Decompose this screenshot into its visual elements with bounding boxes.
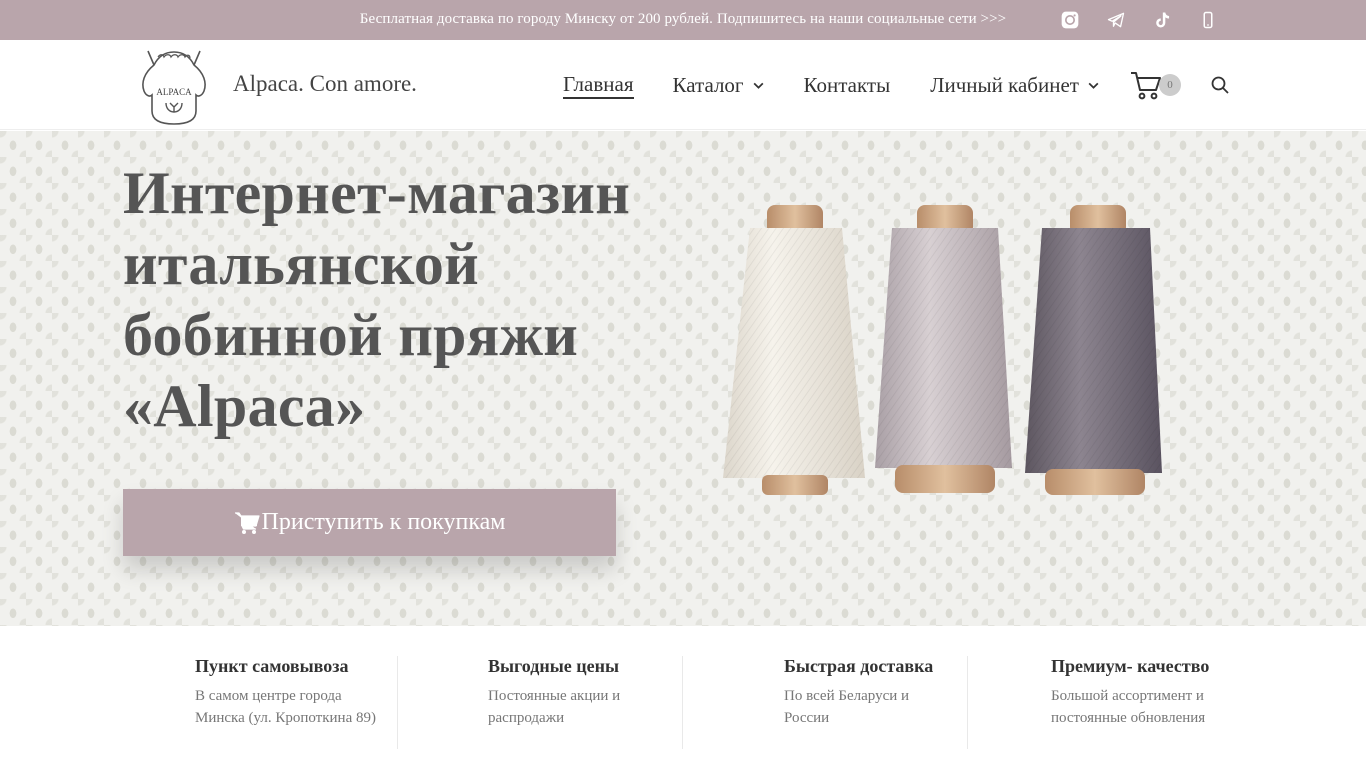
feature-text-line: Большой ассортимент и: [1051, 688, 1204, 704]
feature-title: Быстрая доставка: [784, 656, 934, 676]
nav-account-label: Личный кабинет: [930, 73, 1079, 97]
feature-quality: Премиум- качество Большой ассортимент и …: [1051, 656, 1209, 729]
chevron-down-icon: [1088, 82, 1099, 89]
feature-divider: [397, 656, 398, 749]
feature-text-line: России: [784, 710, 830, 726]
nav-contacts-label: Контакты: [803, 73, 891, 97]
feature-text-line: Минска (ул. Кропоткина 89): [195, 710, 376, 726]
yarn-spools-image: [723, 205, 1162, 495]
feature-text-line: постоянные обновления: [1051, 710, 1206, 726]
hero-title-line: «Alpaca»: [123, 373, 366, 439]
chevron-down-icon: [753, 82, 763, 89]
feature-text: Постоянные акции и распродажи: [488, 685, 620, 729]
cart-icon: [234, 511, 260, 534]
announcement-text-label: Бесплатная доставка по городу Минску от …: [359, 11, 1007, 27]
nav-home[interactable]: Главная: [563, 72, 634, 99]
feature-divider: [682, 656, 683, 749]
nav-catalog[interactable]: Каталог: [673, 72, 765, 99]
hero-title: Интернет-магазин итальянской бобинной пр…: [123, 158, 643, 442]
logo-text: ALPACA: [156, 87, 192, 97]
instagram-icon[interactable]: [1059, 9, 1081, 31]
hero-banner: Интернет-магазин итальянской бобинной пр…: [0, 131, 1366, 626]
social-links: [1059, 9, 1219, 31]
feature-text: По всей Беларуси и России: [784, 685, 933, 729]
hero-title-line: бобинной пряжи: [123, 302, 579, 368]
brand-name[interactable]: Alpaca. Con amore.: [233, 71, 417, 97]
main-nav: Главная Каталог Контакты Личный кабинет: [563, 72, 1100, 99]
features-section: Пункт самовывоза В самом центре города М…: [0, 626, 1366, 768]
feature-text: В самом центре города Минска (ул. Кропот…: [195, 685, 376, 729]
tiktok-icon[interactable]: [1151, 9, 1173, 31]
nav-catalog-label: Каталог: [672, 73, 744, 97]
hero-title-line: итальянской: [123, 231, 480, 297]
announcement-bar: Бесплатная доставка по городу Минску от …: [0, 0, 1366, 40]
feature-pickup: Пункт самовывоза В самом центре города М…: [195, 656, 376, 729]
feature-divider: [967, 656, 968, 749]
feature-text-line: В самом центре города: [195, 688, 342, 704]
search-icon[interactable]: [1210, 75, 1230, 95]
feature-title: Выгодные цены: [488, 656, 620, 676]
cart-count-badge: 0: [1159, 74, 1181, 96]
nav-contacts[interactable]: Контакты: [804, 72, 891, 99]
nav-account[interactable]: Личный кабинет: [930, 72, 1100, 99]
start-shopping-button[interactable]: Приступить к покупкам: [123, 489, 616, 556]
alpaca-logo[interactable]: ALPACA: [138, 43, 210, 125]
telegram-icon[interactable]: [1105, 9, 1127, 31]
start-shopping-label: Приступить к покупкам: [261, 509, 506, 535]
feature-text-line: распродажи: [488, 710, 565, 726]
feature-title: Пункт самовывоза: [195, 656, 349, 676]
hero-title-line: Интернет-магазин: [123, 160, 631, 226]
feature-text-line: По всей Беларуси и: [784, 688, 910, 704]
nav-home-label: Главная: [563, 72, 634, 96]
phone-icon[interactable]: [1197, 9, 1219, 31]
feature-text-line: Постоянные акции и: [488, 688, 621, 704]
cart-icon[interactable]: [1129, 69, 1163, 101]
feature-prices: Выгодные цены Постоянные акции и распрод…: [488, 656, 620, 729]
feature-text: Большой ассортимент и постоянные обновле…: [1051, 685, 1209, 729]
feature-title: Премиум- качество: [1051, 656, 1210, 676]
site-header: ALPACA Alpaca. Con amore. Главная Катало…: [0, 40, 1366, 130]
feature-delivery: Быстрая доставка По всей Беларуси и Росс…: [784, 656, 933, 729]
